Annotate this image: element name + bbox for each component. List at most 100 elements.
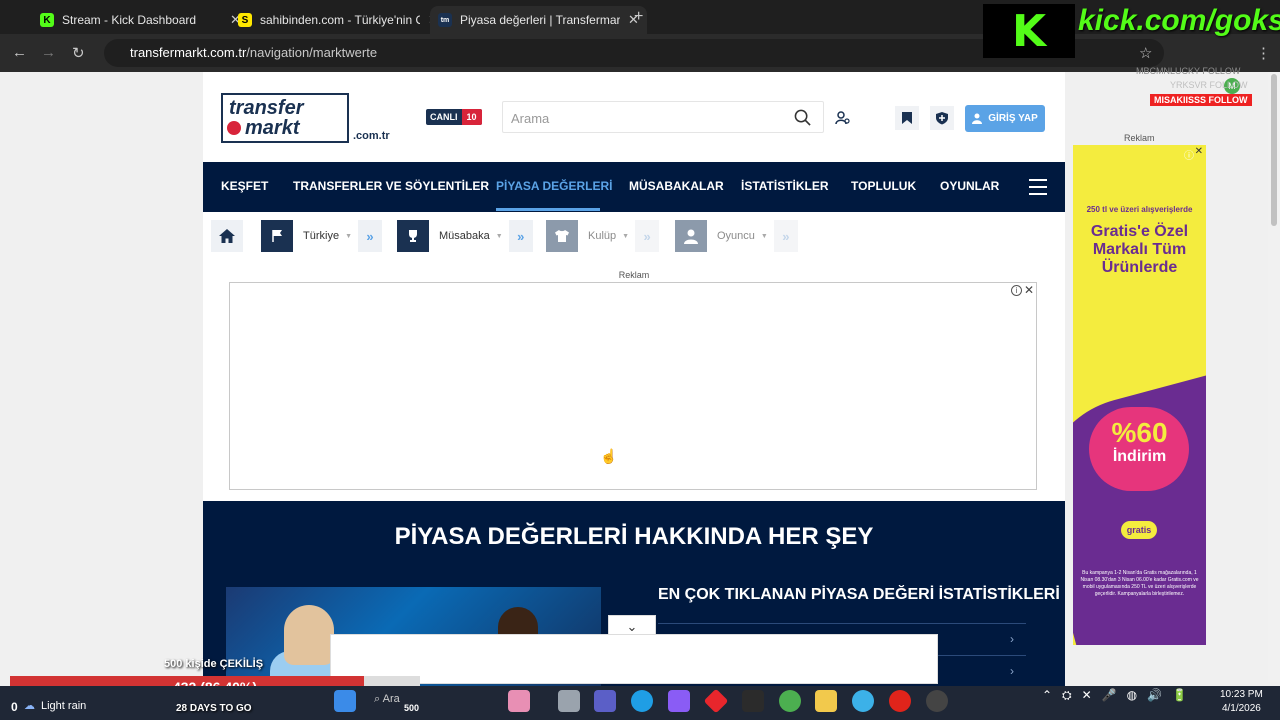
double-chevron-right-icon[interactable]: » [635,220,660,252]
kick-channel-text: kick.com/goksxll [1078,4,1280,37]
tab-kick-dashboard[interactable]: K Stream - Kick Dashboard ✕ [32,6,249,34]
url-path: /navigation/marktwerte [246,45,378,60]
search-label: Ara [382,693,400,705]
weather-text: Light rain [41,699,87,712]
close-icon[interactable]: ✕ [1195,146,1203,157]
nav-transferler[interactable]: TRANSFERLER VE SÖYLENTİLER [293,179,489,193]
transfermarkt-icon: tm [438,13,452,27]
kick-icon: K [40,13,54,27]
shield-icon[interactable] [930,106,954,130]
scrollbar-thumb[interactable] [1271,74,1277,226]
copilot-icon[interactable] [668,690,690,712]
user-icon [972,113,983,124]
app-icon[interactable] [742,690,764,712]
breadcrumb-label: Müsabaka [439,230,490,242]
gratis-logo: gratis [1121,521,1157,539]
info-icon[interactable]: i [1011,285,1022,296]
bookmark-star-icon[interactable]: ☆ [1139,44,1152,62]
active-nav-indicator [496,208,600,211]
double-chevron-right-icon[interactable]: » [773,220,798,252]
scrollbar[interactable] [1268,72,1280,682]
menu-dots-icon[interactable]: ⋮ [1256,44,1271,62]
breadcrumb-club[interactable]: Kulüp ▼ » [546,220,660,252]
nav-oyunlar[interactable]: OYUNLAR [940,179,999,193]
giveaway-label: 500 kişide ÇEKİLİŞ [164,658,264,670]
chevron-right-icon: › [1010,632,1014,646]
date: 4/1/2026 [1221,703,1261,714]
teams-icon[interactable] [594,690,616,712]
live-count: 10 [461,109,482,125]
system-tray[interactable]: ⌃ ⛭ ✕ 🎤 ◍ 🔊 🔋 [1042,688,1187,703]
task-view-icon[interactable] [558,690,580,712]
user-search-icon[interactable] [831,106,855,130]
countdown-label: 28 DAYS TO GO [176,703,252,714]
reload-icon[interactable]: ↻ [72,44,85,62]
follow-alert: MBCMNLUCKY FOLLOW [1136,66,1241,76]
nav-topluluk[interactable]: TOPLULUK [851,179,916,193]
home-button[interactable] [211,220,243,252]
breadcrumb-country[interactable]: Türkiye ▼ » [261,220,382,252]
logo-text: markt [245,117,300,139]
follow-alert: MISAKIISSS FOLLOW [1150,94,1252,106]
file-explorer-icon[interactable] [815,690,837,712]
ad-headline: Gratis'e Özel Markalı Tüm Ürünlerde [1090,223,1189,276]
chevron-down-icon: ▼ [760,232,768,240]
flowers-widget-icon[interactable] [508,690,530,712]
banner-ad[interactable]: i ✕ ☝ [229,282,1037,490]
hamburger-menu-icon[interactable] [1029,179,1047,195]
chevron-down-icon: ▼ [345,232,352,240]
forward-icon[interactable]: → [41,44,56,61]
weather-widget[interactable]: ☁ Light rain [24,699,87,713]
double-chevron-right-icon[interactable]: » [358,220,382,252]
stats-title: EN ÇOK TIKLANAN PİYASA DEĞERİ İSTATİSTİK… [658,586,1060,603]
nav-musabakalar[interactable]: MÜSABAKALAR [629,179,724,193]
tab-transfermarkt[interactable]: tm Piyasa değerleri | Transfermarkt ✕ [430,6,647,34]
tab-label: sahibinden.com - Türkiye'nin O [260,13,420,27]
taskbar-search[interactable]: ⌕ Ara [374,693,400,706]
chevron-down-icon: ▼ [622,232,630,240]
chrome-icon[interactable] [779,690,801,712]
live-badge[interactable]: CANLI 10 [426,109,482,125]
chevron-right-icon: › [1010,664,1014,678]
back-icon[interactable]: ← [12,44,27,61]
tab-sahibinden[interactable]: S sahibinden.com - Türkiye'nin O ✕ [230,6,447,34]
chevron-down-icon: ▼ [495,232,503,240]
url-host: transfermarkt.com.tr [130,45,247,60]
login-button[interactable]: GİRİŞ YAP [965,105,1045,132]
live-label: CANLI [430,112,458,122]
time: 10:23 PM [1220,689,1263,700]
logo-domain-suffix[interactable]: .com.tr [353,130,390,142]
bookmark-icon[interactable] [895,106,919,130]
search-input[interactable] [511,108,781,128]
breadcrumb-competition[interactable]: Müsabaka ▼ » [397,220,533,252]
info-icon[interactable]: ⓘ [1184,147,1194,162]
home-icon [211,220,243,252]
section-title: PİYASA DEĞERLERİ HAKKINDA HER ŞEY [394,523,874,550]
rain-cloud-icon: ☁ [24,700,35,712]
hand-cursor-icon: ☝ [600,448,618,464]
ball-icon [227,121,241,135]
windows-start-icon[interactable] [334,690,356,712]
search-box [502,101,824,133]
clock[interactable]: 10:23 PM 4/1/2026 [1220,688,1263,716]
side-ad-gratis[interactable]: ⓘ ✕ 250 tl ve üzeri alışverişlerde Grati… [1073,145,1206,645]
double-chevron-right-icon[interactable]: » [508,220,533,252]
breadcrumb-label: Türkiye [303,230,340,242]
browser-icon[interactable] [852,690,874,712]
edge-icon[interactable] [631,690,653,712]
new-tab-button[interactable]: + [634,8,643,26]
sticky-ad-banner[interactable] [330,634,938,684]
breadcrumb-label: Oyuncu [717,230,755,242]
search-icon[interactable] [794,109,811,126]
breadcrumb-player[interactable]: Oyuncu ▼ » [675,220,798,252]
tab-label: Stream - Kick Dashboard [62,13,197,27]
transfermarkt-logo[interactable]: transfer markt [221,93,349,143]
nav-istatistikler[interactable]: İSTATİSTİKLER [741,179,829,193]
overlay-500: 500 [404,703,420,713]
opera-icon[interactable] [889,690,911,712]
flag-icon [261,220,293,252]
obs-icon[interactable] [926,690,948,712]
nav-kesfet[interactable]: KEŞFET [221,179,268,193]
nav-piyasa-degerleri[interactable]: PİYASA DEĞERLERİ [496,179,612,193]
close-icon[interactable]: ✕ [1024,283,1034,297]
